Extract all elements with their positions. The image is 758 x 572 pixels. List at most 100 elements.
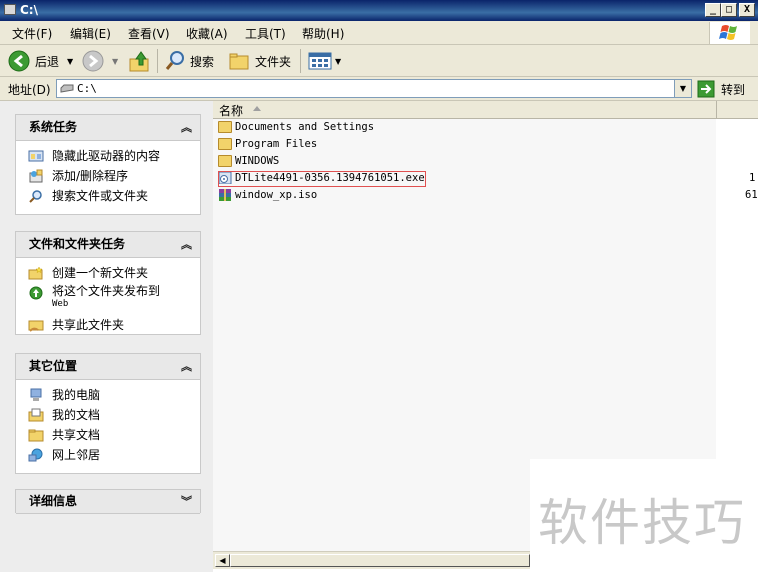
- place-my-computer[interactable]: 我的电脑: [16, 385, 200, 405]
- file-name: Program Files: [235, 138, 318, 150]
- task-label: 将这个文件夹发布到: [52, 284, 161, 298]
- windows-logo-icon: [709, 22, 750, 44]
- list-item[interactable]: Program Files: [217, 136, 317, 152]
- highlight-box: [218, 171, 426, 187]
- sort-ascending-icon: [253, 106, 261, 111]
- views-button[interactable]: ▼: [308, 50, 341, 72]
- watermark-text: 软件技巧: [538, 494, 746, 552]
- task-new-folder[interactable]: 创建一个新文件夹: [16, 263, 200, 283]
- expand-chevron-icon[interactable]: ︾: [181, 490, 192, 513]
- menu-view[interactable]: 查看(V): [128, 25, 170, 42]
- task-search-files[interactable]: 搜索文件或文件夹: [16, 186, 200, 206]
- place-label: 我的电脑: [52, 388, 101, 402]
- column-header-name[interactable]: 名称: [213, 101, 716, 119]
- task-label: 共享此文件夹: [52, 318, 125, 332]
- folder-icon: [218, 138, 232, 150]
- place-shared-documents[interactable]: 共享文档: [16, 425, 200, 445]
- toolbar-separator: [157, 49, 158, 73]
- task-publish-web[interactable]: 将这个文件夹发布到 Web: [16, 283, 200, 315]
- views-dropdown-icon[interactable]: ▼: [335, 57, 341, 66]
- address-value: C:\: [77, 82, 97, 95]
- forward-dropdown-icon[interactable]: ▼: [112, 57, 118, 66]
- menu-edit[interactable]: 编辑(E): [70, 25, 111, 42]
- file-folder-tasks-panel: 文件和文件夹任务 ︽ 创建一个新文件夹 将这个文件夹发布到 Web 共享此文件夹: [15, 231, 201, 335]
- network-places-icon: [28, 448, 43, 462]
- folder-icon: [218, 121, 232, 133]
- menu-file[interactable]: 文件(F): [12, 25, 52, 42]
- collapse-chevron-icon[interactable]: ︽: [181, 354, 192, 379]
- file-size: 1: [749, 172, 756, 184]
- address-input[interactable]: C:\ ▼: [56, 79, 692, 98]
- column-name-label: 名称: [219, 104, 244, 118]
- place-network[interactable]: 网上邻居: [16, 445, 200, 465]
- back-dropdown-icon[interactable]: ▼: [67, 57, 73, 66]
- place-my-documents[interactable]: 我的文档: [16, 405, 200, 425]
- archive-iso-icon: [219, 189, 231, 201]
- search-icon: [165, 51, 184, 70]
- task-label: 创建一个新文件夹: [52, 266, 149, 280]
- address-label: 地址(D): [8, 83, 51, 97]
- go-button[interactable]: 转到: [697, 79, 753, 99]
- address-dropdown-icon[interactable]: ▼: [674, 80, 691, 97]
- drive-icon: [60, 84, 74, 93]
- folders-icon: [229, 53, 249, 70]
- task-label: 隐藏此驱动器的内容: [52, 149, 161, 163]
- details-title: 详细信息: [29, 494, 78, 508]
- task-add-remove-programs[interactable]: 添加/删除程序: [16, 166, 200, 186]
- details-header[interactable]: 详细信息 ︾: [16, 490, 200, 514]
- other-places-title: 其它位置: [29, 359, 78, 373]
- title-bar[interactable]: C:\ _ □ X: [0, 0, 758, 21]
- maximize-button[interactable]: □: [721, 3, 737, 17]
- folder-icon: [218, 155, 232, 167]
- folders-button[interactable]: 文件夹: [228, 50, 291, 72]
- scroll-left-icon[interactable]: ◀: [215, 554, 230, 567]
- search-button[interactable]: 搜索: [164, 50, 214, 72]
- details-panel: 详细信息 ︾: [15, 489, 201, 514]
- scroll-thumb[interactable]: [230, 554, 530, 567]
- publish-web-icon: [29, 286, 43, 300]
- collapse-chevron-icon[interactable]: ︽: [181, 115, 192, 140]
- menu-bar: 文件(F) 编辑(E) 查看(V) 收藏(A) 工具(T) 帮助(H): [0, 21, 758, 45]
- other-places-header[interactable]: 其它位置 ︽: [16, 354, 200, 380]
- window-title: C:\: [20, 3, 38, 17]
- menu-help[interactable]: 帮助(H): [302, 25, 344, 42]
- back-label: 后退: [35, 54, 60, 69]
- task-pane: 系统任务 ︽ 隐藏此驱动器的内容 添加/删除程序 搜索文件或文件夹 文件和文件夹…: [0, 101, 213, 572]
- up-folder-icon: [129, 51, 149, 72]
- drive-icon: [4, 4, 16, 15]
- hide-contents-icon: [28, 150, 44, 162]
- file-folder-tasks-header[interactable]: 文件和文件夹任务 ︽: [16, 232, 200, 258]
- back-button[interactable]: 后退 ▼: [8, 50, 73, 72]
- task-share-folder[interactable]: 共享此文件夹: [16, 315, 200, 335]
- toolbar-separator: [300, 49, 301, 73]
- close-button[interactable]: X: [739, 3, 755, 17]
- menu-tools[interactable]: 工具(T): [245, 25, 286, 42]
- column-header-size[interactable]: [716, 101, 758, 119]
- place-label: 网上邻居: [52, 448, 101, 462]
- menu-favorites[interactable]: 收藏(A): [186, 25, 228, 42]
- address-bar: 地址(D) C:\ ▼ 转到: [0, 77, 758, 101]
- task-hide-drive-contents[interactable]: 隐藏此驱动器的内容: [16, 146, 200, 166]
- file-size: 61: [745, 189, 758, 201]
- my-computer-icon: [30, 388, 42, 401]
- system-tasks-title: 系统任务: [29, 120, 78, 134]
- list-item[interactable]: window_xp.iso: [217, 187, 317, 203]
- system-tasks-header[interactable]: 系统任务 ︽: [16, 115, 200, 141]
- minimize-button[interactable]: _: [705, 3, 721, 17]
- list-item[interactable]: Documents and Settings: [217, 119, 374, 135]
- other-places-panel: 其它位置 ︽ 我的电脑 我的文档 共享文档 网上邻居: [15, 353, 201, 474]
- folders-label: 文件夹: [255, 54, 292, 69]
- place-label: 共享文档: [52, 428, 101, 442]
- place-label: 我的文档: [52, 408, 101, 422]
- views-icon: [308, 52, 332, 70]
- my-documents-icon: [28, 408, 44, 422]
- task-label: 搜索文件或文件夹: [52, 189, 149, 203]
- collapse-chevron-icon[interactable]: ︽: [181, 232, 192, 257]
- go-label: 转到: [721, 82, 746, 97]
- new-folder-icon: [28, 266, 43, 280]
- file-name: Documents and Settings: [235, 121, 375, 133]
- list-item[interactable]: WINDOWS: [217, 153, 279, 169]
- up-folder-button[interactable]: [128, 50, 152, 72]
- forward-button[interactable]: ▼: [82, 50, 118, 72]
- task-label: 添加/删除程序: [52, 169, 129, 183]
